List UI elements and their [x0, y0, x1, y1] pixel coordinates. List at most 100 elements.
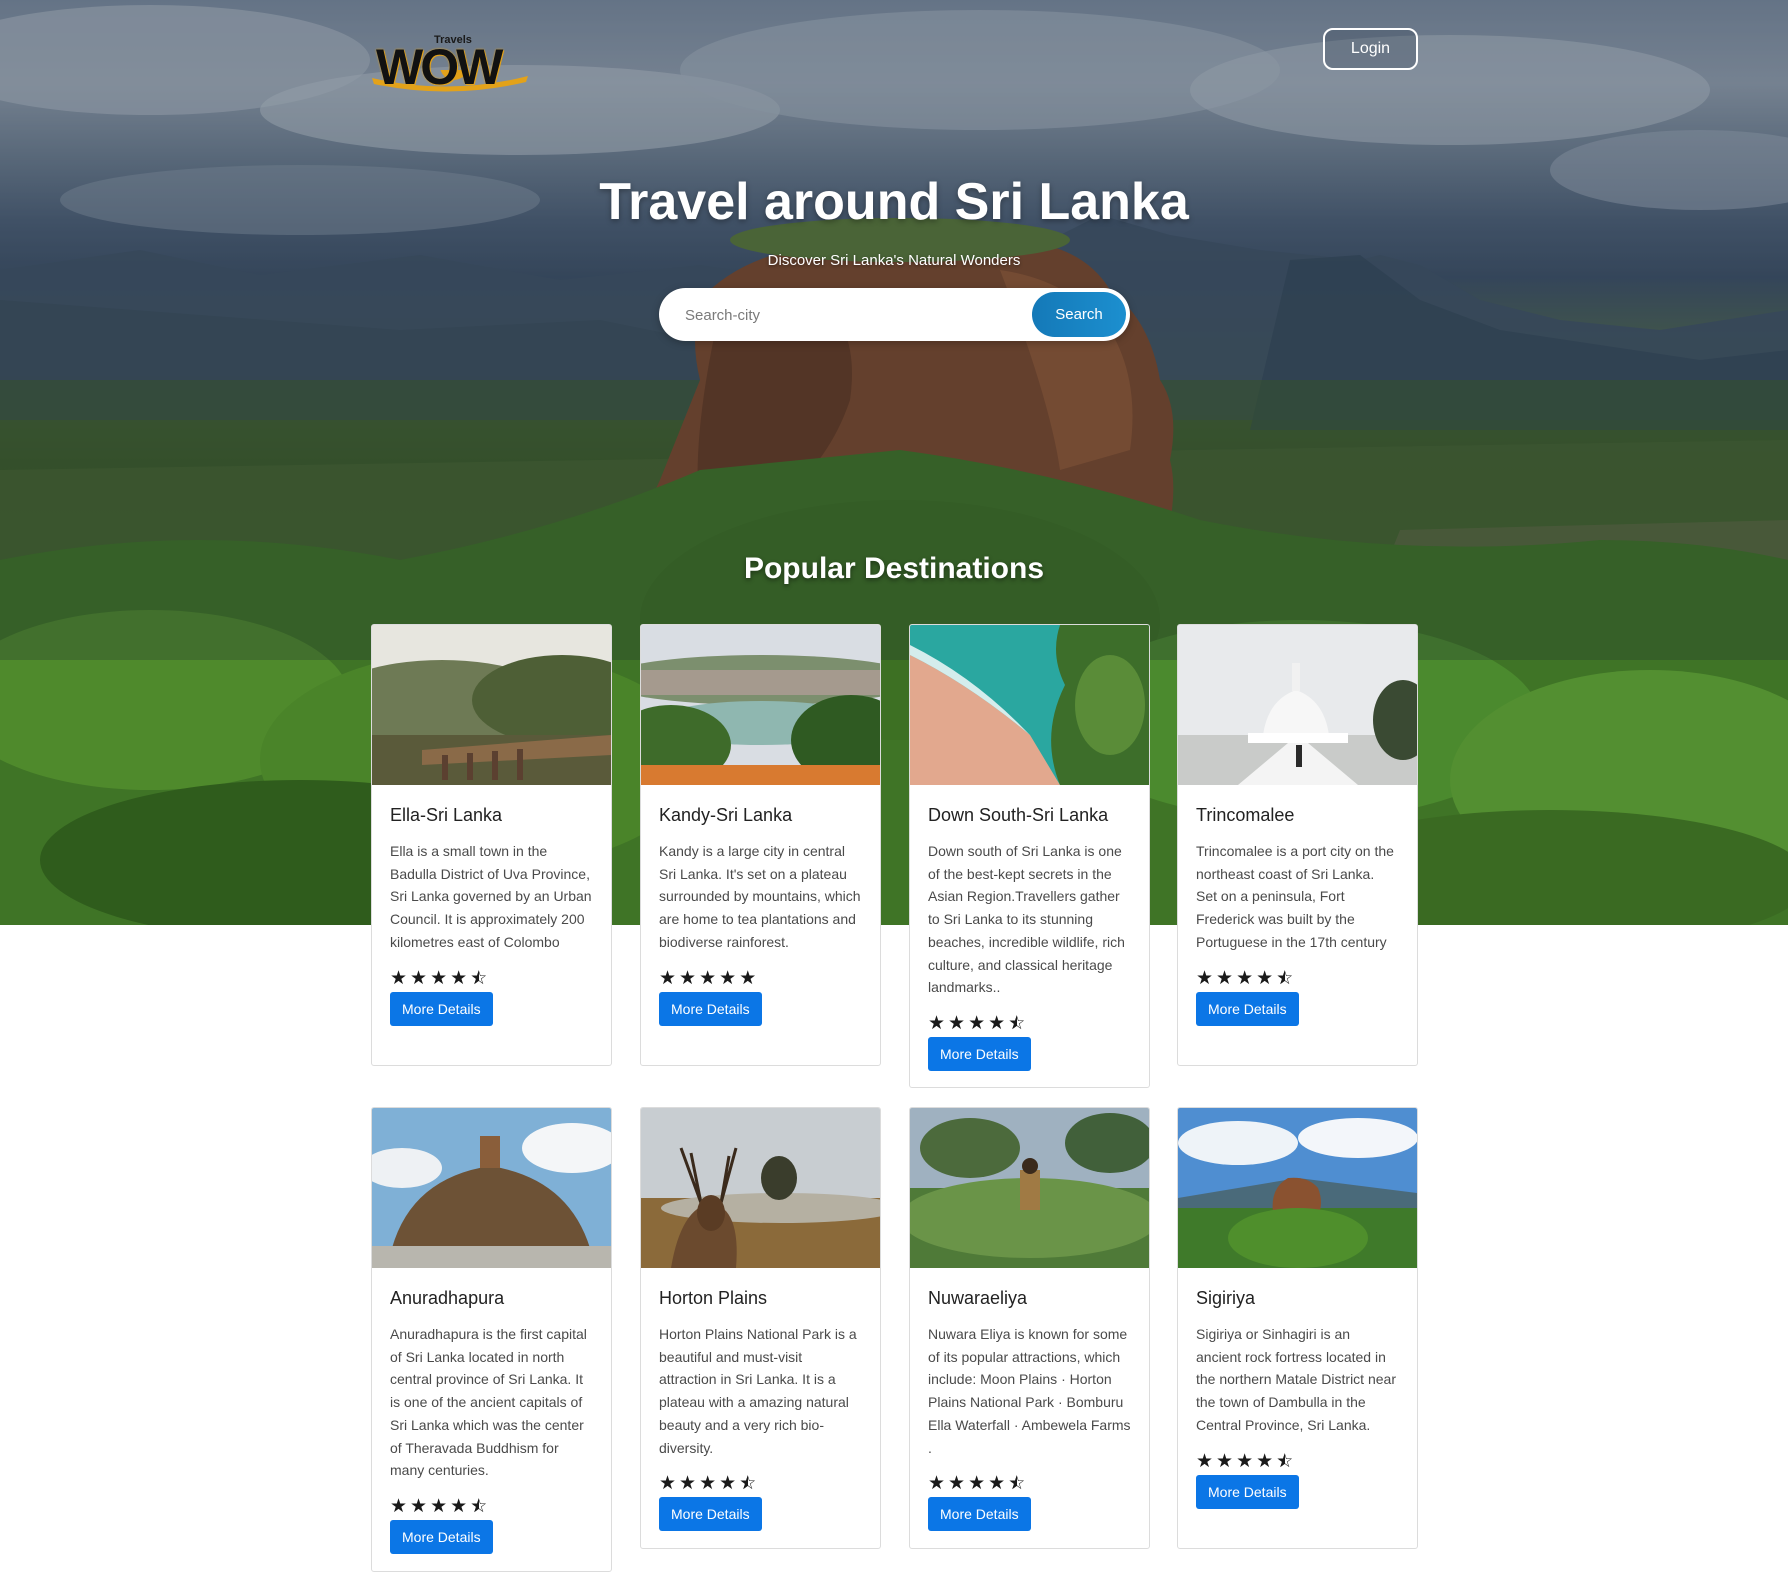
card-description: Ella is a small town in the Badulla Dist… — [390, 843, 592, 950]
star-full-icon: ★ — [679, 966, 697, 989]
star-full-icon: ★ — [1196, 1449, 1214, 1472]
star-full-icon: ★ — [719, 966, 737, 989]
destination-card-horton-plains: Horton Plains Horton Plains National Par… — [640, 1107, 881, 1549]
star-full-icon: ★ — [948, 1011, 966, 1034]
star-full-icon: ★ — [450, 966, 468, 989]
star-full-icon: ★ — [430, 966, 448, 989]
search-city-input[interactable] — [685, 300, 1015, 330]
rating-stars: ★★★★★ — [1196, 968, 1399, 988]
card-description: Nuwara Eliya is known for some of its po… — [928, 1326, 1131, 1456]
more-details-button[interactable]: More Details — [1196, 991, 1299, 1026]
more-details-button[interactable]: More Details — [1196, 1474, 1299, 1509]
beach-aerial-image — [910, 625, 1149, 785]
rating-stars: ★★★★★ — [659, 968, 862, 988]
star-half-icon: ★ — [470, 1496, 487, 1516]
destination-card-down-south: Down South-Sri Lanka Down south of Sri L… — [909, 624, 1150, 1088]
rock-fortress-image — [1178, 1108, 1417, 1268]
destination-card-anuradhapura: Anuradhapura Anuradhapura is the first c… — [371, 1107, 612, 1572]
star-full-icon: ★ — [450, 1494, 468, 1517]
brick-stupa-image — [372, 1108, 611, 1268]
star-full-icon: ★ — [1216, 1449, 1234, 1472]
star-full-icon: ★ — [699, 1472, 717, 1495]
more-details-button[interactable]: More Details — [928, 1497, 1031, 1532]
hero-background — [0, 0, 1788, 925]
card-description: Down south of Sri Lanka is one of the be… — [928, 843, 1125, 996]
star-full-icon: ★ — [739, 966, 757, 989]
card-title: Nuwaraeliya — [928, 1288, 1028, 1308]
star-half-icon: ★ — [1008, 1473, 1025, 1493]
kandy-lake-image — [641, 625, 880, 785]
logo-travels-text: Travels — [434, 34, 472, 46]
more-details-button[interactable]: More Details — [390, 1519, 493, 1554]
wow-travels-logo[interactable]: WOW Travels — [370, 26, 532, 95]
card-title: Trincomalee — [1196, 805, 1295, 825]
hero-landscape-image — [0, 0, 1788, 925]
tea-plucker-image — [910, 1108, 1149, 1268]
card-title: Anuradhapura — [390, 1288, 505, 1308]
rating-stars: ★★★★★ — [928, 1013, 1131, 1033]
white-stupa-image — [1178, 625, 1417, 785]
star-full-icon: ★ — [948, 1472, 966, 1495]
star-full-icon: ★ — [928, 1472, 946, 1495]
search-button[interactable]: Search — [1032, 292, 1126, 337]
more-details-button[interactable]: More Details — [659, 991, 762, 1026]
destination-card-trincomalee: Trincomalee Trincomalee is a port city o… — [1177, 624, 1418, 1066]
star-full-icon: ★ — [928, 1011, 946, 1034]
card-title: Sigiriya — [1196, 1288, 1256, 1308]
deer-plains-image — [641, 1108, 880, 1268]
star-half-icon: ★ — [739, 1473, 756, 1493]
destination-card-nuwaraeliya: Nuwaraeliya Nuwara Eliya is known for so… — [909, 1107, 1150, 1549]
star-full-icon: ★ — [699, 966, 717, 989]
card-description: Trincomalee is a port city on the northe… — [1196, 843, 1394, 950]
card-description: Kandy is a large city in central Sri Lan… — [659, 843, 861, 950]
destination-card-ella: Ella-Sri Lanka Ella is a small town in t… — [371, 624, 612, 1066]
more-details-button[interactable]: More Details — [928, 1036, 1031, 1071]
star-full-icon: ★ — [988, 1472, 1006, 1495]
star-half-icon: ★ — [1276, 1451, 1293, 1471]
star-full-icon: ★ — [1216, 966, 1234, 989]
card-title: Horton Plains — [659, 1288, 768, 1308]
rating-stars: ★★★★★ — [659, 1473, 862, 1493]
star-half-icon: ★ — [470, 968, 487, 988]
rating-stars: ★★★★★ — [1196, 1451, 1399, 1471]
login-button[interactable]: Login — [1323, 28, 1418, 70]
star-full-icon: ★ — [1236, 966, 1254, 989]
card-description: Anuradhapura is the first capital of Sri… — [390, 1326, 587, 1479]
card-description: Horton Plains National Park is a beautif… — [659, 1326, 857, 1456]
hero-subtitle: Discover Sri Lanka's Natural Wonders — [767, 252, 1021, 269]
star-full-icon: ★ — [430, 1494, 448, 1517]
rating-stars: ★★★★★ — [390, 968, 593, 988]
rating-stars: ★★★★★ — [390, 1496, 593, 1516]
star-full-icon: ★ — [1256, 1449, 1274, 1472]
logo-wordmark: WOW — [376, 39, 503, 95]
rating-stars: ★★★★★ — [928, 1473, 1131, 1493]
star-full-icon: ★ — [968, 1472, 986, 1495]
ella-bridge-image — [372, 625, 611, 785]
destination-card-kandy: Kandy-Sri Lanka Kandy is a large city in… — [640, 624, 881, 1066]
star-full-icon: ★ — [988, 1011, 1006, 1034]
star-full-icon: ★ — [1196, 966, 1214, 989]
star-full-icon: ★ — [968, 1011, 986, 1034]
star-full-icon: ★ — [410, 1494, 428, 1517]
hero-title: Travel around Sri Lanka — [599, 173, 1189, 231]
star-full-icon: ★ — [719, 1472, 737, 1495]
star-full-icon: ★ — [679, 1472, 697, 1495]
card-title: Ella-Sri Lanka — [390, 805, 503, 825]
more-details-button[interactable]: More Details — [390, 991, 493, 1026]
star-full-icon: ★ — [390, 1494, 408, 1517]
star-half-icon: ★ — [1008, 1013, 1025, 1033]
star-full-icon: ★ — [1256, 966, 1274, 989]
star-full-icon: ★ — [410, 966, 428, 989]
star-full-icon: ★ — [1236, 1449, 1254, 1472]
star-full-icon: ★ — [659, 1472, 677, 1495]
more-details-button[interactable]: More Details — [659, 1497, 762, 1532]
star-full-icon: ★ — [390, 966, 408, 989]
star-full-icon: ★ — [659, 966, 677, 989]
card-description: Sigiriya or Sinhagiri is an ancient rock… — [1196, 1326, 1396, 1433]
popular-destinations-heading: Popular Destinations — [743, 552, 1045, 585]
star-half-icon: ★ — [1276, 968, 1293, 988]
card-title: Down South-Sri Lanka — [928, 805, 1109, 825]
destination-card-sigiriya: Sigiriya Sigiriya or Sinhagiri is an anc… — [1177, 1107, 1418, 1549]
search-bar: Search — [659, 288, 1130, 341]
card-title: Kandy-Sri Lanka — [659, 805, 793, 825]
